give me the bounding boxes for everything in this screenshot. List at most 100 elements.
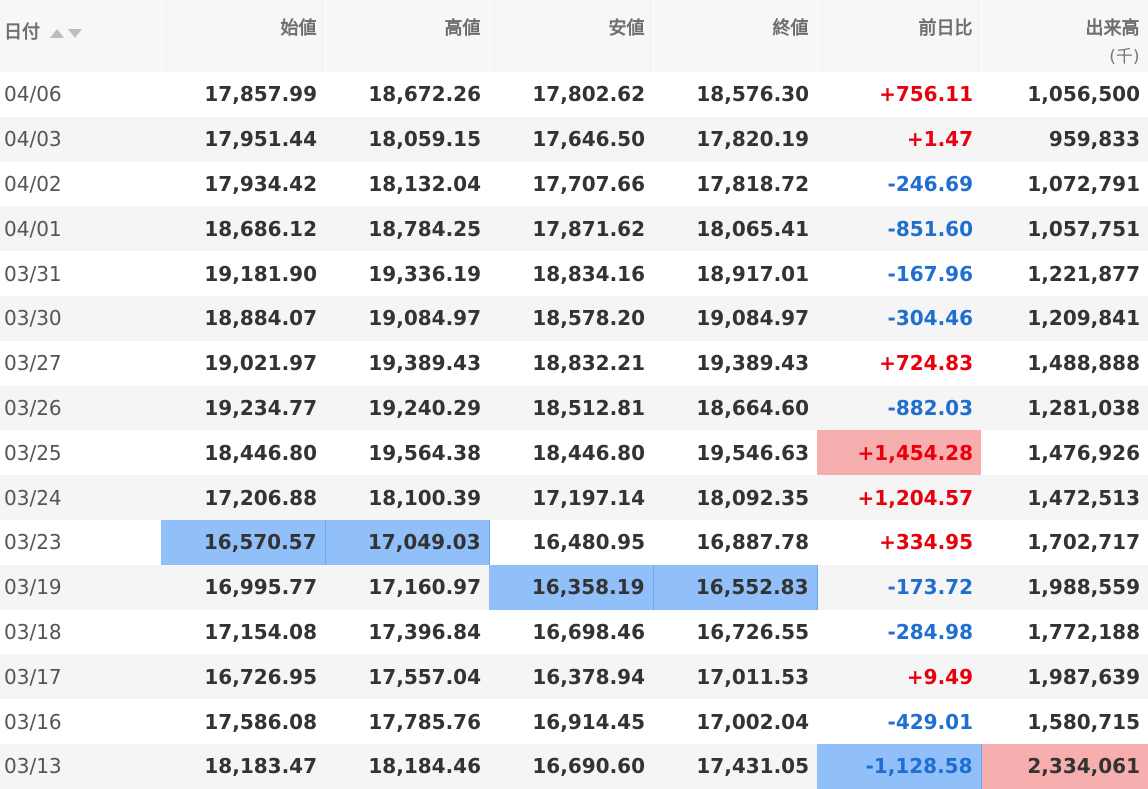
close-column-header: 終値: [653, 0, 818, 72]
open-cell: 17,951.44: [161, 116, 325, 162]
close-cell: 17,431.05: [653, 743, 817, 789]
open-cell: 19,181.90: [161, 251, 325, 296]
table-row: 03/23 16,570.57 17,049.03 16,480.95 16,887.7…: [0, 519, 1148, 565]
low-cell: 17,197.14: [489, 475, 653, 520]
low-cell: 17,707.66: [489, 161, 653, 207]
volume-cell: 1,987,639: [981, 654, 1148, 700]
low-cell: 18,832.21: [489, 340, 653, 386]
open-cell: 18,884.07: [161, 295, 325, 341]
low-cell: 17,646.50: [489, 116, 653, 162]
high-cell: 18,184.46: [325, 743, 489, 789]
close-cell: 16,552.83: [653, 564, 818, 610]
close-cell: 18,664.60: [653, 385, 817, 431]
high-column-header: 高値: [325, 0, 490, 72]
high-cell: 18,059.15: [325, 116, 489, 162]
close-cell: 17,011.53: [653, 654, 817, 700]
high-cell: 19,389.43: [325, 340, 489, 386]
table-row: 03/30 18,884.07 19,084.97 18,578.20 19,084.9…: [0, 295, 1148, 341]
open-cell: 17,857.99: [161, 72, 325, 117]
low-cell: 17,871.62: [489, 206, 653, 252]
low-column-header: 安値: [489, 0, 654, 72]
date-column-header[interactable]: 日付: [0, 0, 162, 72]
table-row: 03/25 18,446.80 19,564.38 18,446.80 19,546.6…: [0, 430, 1148, 476]
change-cell: +724.83: [817, 340, 981, 386]
high-cell: 19,084.97: [325, 295, 489, 341]
low-cell: 17,802.62: [489, 72, 653, 117]
open-cell: 19,021.97: [161, 340, 325, 386]
date-cell: 03/27: [0, 340, 161, 386]
table-body: 04/06 17,857.99 18,672.26 17,802.62 18,576.3…: [0, 72, 1148, 789]
date-cell: 03/19: [0, 564, 161, 610]
open-cell: 16,995.77: [161, 564, 325, 610]
date-cell: 04/03: [0, 116, 161, 162]
table-row: 03/16 17,586.08 17,785.76 16,914.45 17,002.0…: [0, 699, 1148, 744]
low-cell: 16,378.94: [489, 654, 653, 700]
close-cell: 19,546.63: [653, 430, 817, 476]
date-header-label: 日付: [4, 22, 40, 43]
high-cell: 18,784.25: [325, 206, 489, 252]
change-cell: +1,454.28: [817, 430, 981, 476]
change-cell: -882.03: [817, 385, 981, 431]
high-cell: 17,049.03: [325, 519, 490, 565]
high-cell: 18,132.04: [325, 161, 489, 207]
volume-cell: 1,988,559: [981, 564, 1148, 610]
table-row: 03/17 16,726.95 17,557.04 16,378.94 17,011.5…: [0, 654, 1148, 700]
low-cell: 16,698.46: [489, 609, 653, 655]
date-cell: 03/13: [0, 743, 161, 789]
low-cell: 16,690.60: [489, 743, 653, 789]
low-cell: 18,578.20: [489, 295, 653, 341]
change-column-header: 前日比: [817, 0, 982, 72]
volume-unit-label: (千): [1109, 47, 1140, 67]
open-cell: 17,934.42: [161, 161, 325, 207]
change-cell: +1,204.57: [817, 475, 981, 520]
stock-history-table: 日付 始値 高値 安値 終値 前日比 出来高 (千) 04/06 17,857.9…: [0, 0, 1148, 789]
close-cell: 18,092.35: [653, 475, 817, 520]
high-cell: 19,336.19: [325, 251, 489, 296]
date-cell: 03/17: [0, 654, 161, 700]
close-cell: 19,389.43: [653, 340, 817, 386]
table-row: 04/06 17,857.99 18,672.26 17,802.62 18,576.3…: [0, 72, 1148, 117]
date-cell: 03/16: [0, 699, 161, 744]
change-cell: -173.72: [817, 564, 981, 610]
open-cell: 18,183.47: [161, 743, 325, 789]
table-row: 04/03 17,951.44 18,059.15 17,646.50 17,820.1…: [0, 116, 1148, 162]
volume-cell: 1,281,038: [981, 385, 1148, 431]
open-cell: 17,206.88: [161, 475, 325, 520]
table-row: 03/18 17,154.08 17,396.84 16,698.46 16,726.5…: [0, 609, 1148, 655]
close-cell: 18,065.41: [653, 206, 817, 252]
open-cell: 16,726.95: [161, 654, 325, 700]
open-cell: 17,154.08: [161, 609, 325, 655]
date-cell: 03/18: [0, 609, 161, 655]
volume-cell: 1,472,513: [981, 475, 1148, 520]
close-cell: 17,820.19: [653, 116, 817, 162]
volume-cell: 1,580,715: [981, 699, 1148, 744]
high-cell: 17,160.97: [325, 564, 489, 610]
change-cell: +334.95: [817, 519, 981, 565]
close-cell: 16,726.55: [653, 609, 817, 655]
change-cell: -851.60: [817, 206, 981, 252]
volume-cell: 1,772,188: [981, 609, 1148, 655]
date-cell: 04/01: [0, 206, 161, 252]
table-row: 03/13 18,183.47 18,184.46 16,690.60 17,431.0…: [0, 743, 1148, 789]
date-cell: 03/30: [0, 295, 161, 341]
low-cell: 18,834.16: [489, 251, 653, 296]
volume-cell: 1,072,791: [981, 161, 1148, 207]
volume-cell: 1,476,926: [981, 430, 1148, 476]
high-cell: 17,785.76: [325, 699, 489, 744]
open-cell: 19,234.77: [161, 385, 325, 431]
table-header-row: 日付 始値 高値 安値 終値 前日比 出来高 (千): [0, 0, 1148, 72]
low-cell: 18,446.80: [489, 430, 653, 476]
date-cell: 03/26: [0, 385, 161, 431]
high-cell: 17,557.04: [325, 654, 489, 700]
volume-cell: 959,833: [981, 116, 1148, 162]
volume-cell: 1,056,500: [981, 72, 1148, 117]
volume-cell: 1,209,841: [981, 295, 1148, 341]
sort-descending-icon[interactable]: [68, 28, 82, 38]
volume-cell: 1,221,877: [981, 251, 1148, 296]
high-cell: 19,564.38: [325, 430, 489, 476]
close-cell: 18,576.30: [653, 72, 817, 117]
table-row: 03/31 19,181.90 19,336.19 18,834.16 18,917.0…: [0, 251, 1148, 296]
sort-ascending-icon[interactable]: [50, 28, 64, 38]
change-cell: -246.69: [817, 161, 981, 207]
high-cell: 18,672.26: [325, 72, 489, 117]
